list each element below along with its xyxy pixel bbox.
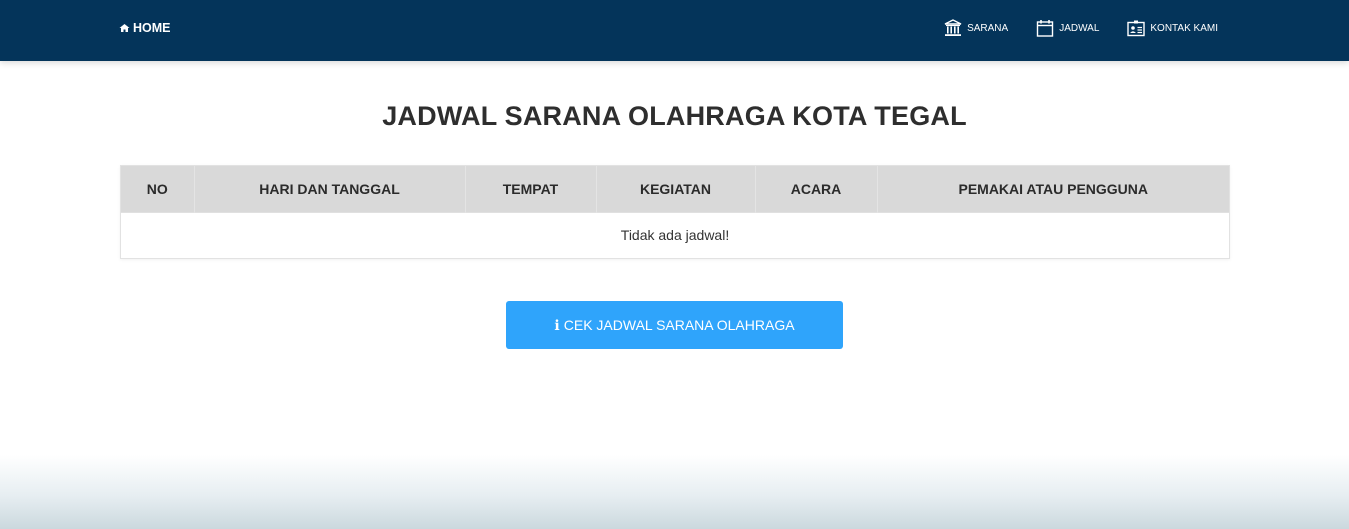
column-header-tempat: TEMPAT (465, 166, 597, 212)
home-icon (119, 24, 130, 32)
nav-item-kontak-label: KONTAK KAMI (1150, 22, 1218, 34)
nav-item-kontak[interactable]: KONTAK KAMI (1127, 19, 1218, 37)
check-schedule-button[interactable]: ℹ CEK JADWAL SARANA OLAHRAGA (506, 301, 843, 349)
nav-menu: SARANA JADWAL KONTAK KAMI (944, 19, 1218, 37)
nav-item-sarana[interactable]: SARANA (944, 19, 1008, 37)
nav-item-jadwal[interactable]: JADWAL (1036, 19, 1099, 37)
column-header-pemakai: PEMAKAI ATAU PENGGUNA (877, 166, 1229, 212)
column-header-acara: ACARA (755, 166, 878, 212)
table-header-row: NO HARI DAN TANGGAL TEMPAT KEGIATAN ACAR… (121, 166, 1229, 212)
check-schedule-button-label: CEK JADWAL SARANA OLAHRAGA (563, 317, 795, 333)
nav-home-link[interactable]: HOME (119, 21, 171, 35)
column-header-hari-tanggal: HARI DAN TANGGAL (194, 166, 466, 212)
calendar-icon (1036, 20, 1054, 37)
column-header-no: NO (121, 166, 195, 212)
column-header-kegiatan: KEGIATAN (596, 166, 756, 212)
institution-icon (944, 19, 962, 36)
footer-background (0, 455, 1349, 529)
table-row: Tidak ada jadwal! (121, 211, 1229, 258)
nav-item-sarana-label: SARANA (967, 22, 1009, 34)
nav-item-jadwal-label: JADWAL (1059, 22, 1100, 34)
navbar: HOME SARANA JADWAL KONTAK KAMI (0, 0, 1349, 61)
contact-card-icon (1127, 20, 1146, 37)
nav-home-label: HOME (133, 21, 171, 35)
empty-message: Tidak ada jadwal! (121, 211, 1229, 258)
page-title: JADWAL SARANA OLAHRAGA KOTA TEGAL (382, 101, 967, 131)
info-icon: ℹ (554, 316, 560, 333)
schedule-table: NO HARI DAN TANGGAL TEMPAT KEGIATAN ACAR… (120, 165, 1230, 259)
